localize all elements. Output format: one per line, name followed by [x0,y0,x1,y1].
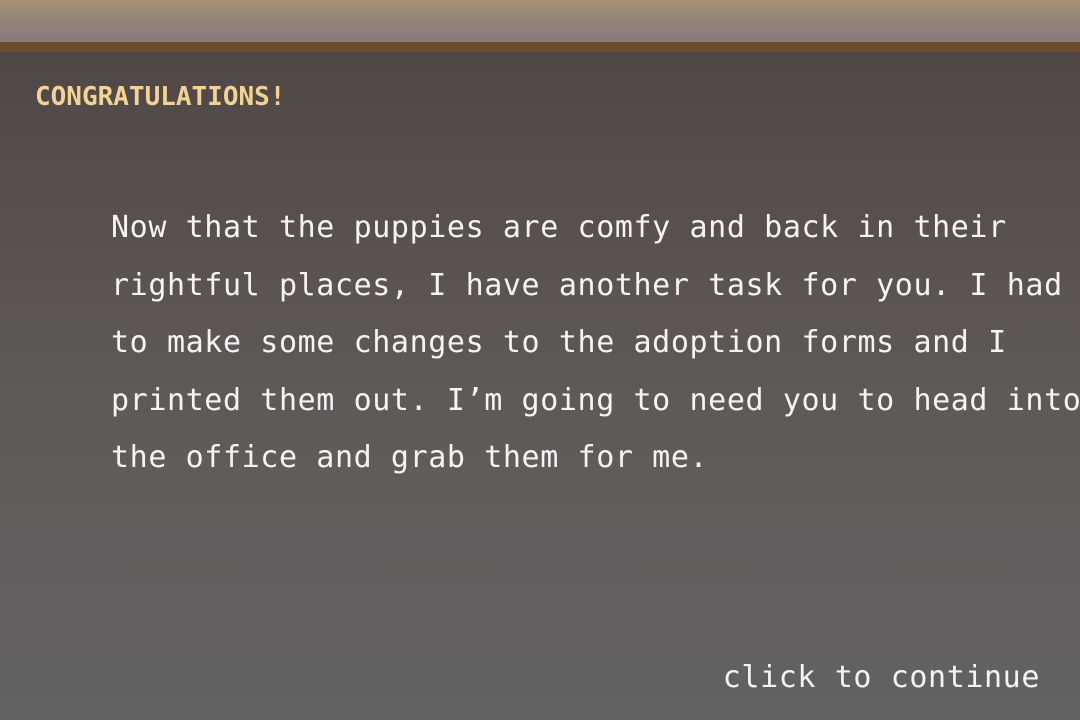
top-border [0,42,1080,52]
click-to-continue-button[interactable]: click to continue [723,660,1040,695]
message-line: Now that the puppies are comfy and back … [111,210,1007,245]
game-screen[interactable]: CONGRATULATIONS! Now that the puppies ar… [0,0,1080,720]
top-scene-strip [0,0,1080,42]
dialog-message: Now that the puppies are comfy and back … [111,210,1080,498]
dialog-heading: CONGRATULATIONS! [35,82,286,112]
message-line: to make some changes to the adoption for… [111,325,1007,360]
message-line: rightful places, I have another task for… [111,267,1063,303]
message-line: the office and grab them for me. [111,440,709,475]
message-line: printed them out. I’m going to need you … [111,382,1080,418]
